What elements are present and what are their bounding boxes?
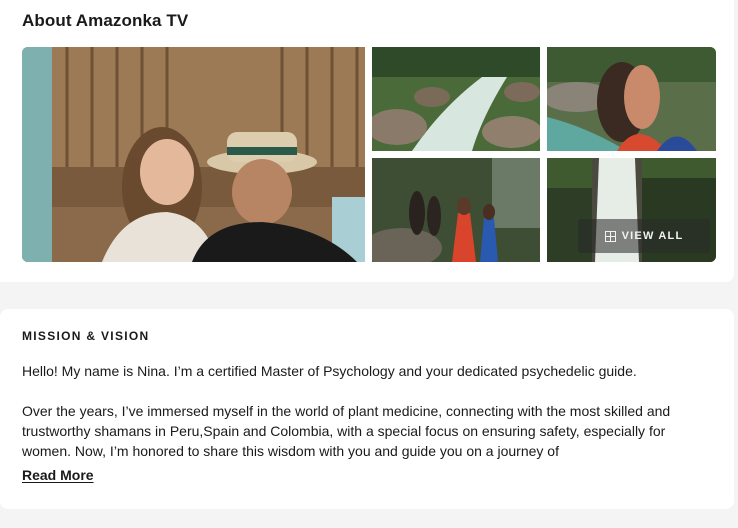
gallery-photo-embrace[interactable] (547, 47, 716, 151)
view-all-button[interactable]: VIEW ALL (578, 219, 710, 253)
mission-paragraph-body: Over the years, I’ve immersed myself in … (22, 403, 671, 459)
read-more-link[interactable]: Read More (22, 467, 94, 483)
gallery-photo-main[interactable] (22, 47, 365, 262)
gallery-photo-gathering[interactable] (372, 158, 540, 262)
grid-icon (604, 230, 616, 242)
about-title: About Amazonka TV (22, 11, 189, 30)
about-section: About Amazonka TV VIEW ALL (0, 0, 734, 282)
mission-heading: MISSION & VISION (22, 329, 150, 343)
view-all-label: VIEW ALL (621, 230, 684, 242)
gallery-photo-river[interactable] (372, 47, 540, 151)
photo-gallery: VIEW ALL (22, 47, 716, 263)
mission-section: MISSION & VISION Hello! My name is Nina.… (0, 309, 734, 509)
mission-paragraph-intro: Hello! My name is Nina. I’m a certified … (22, 363, 637, 379)
